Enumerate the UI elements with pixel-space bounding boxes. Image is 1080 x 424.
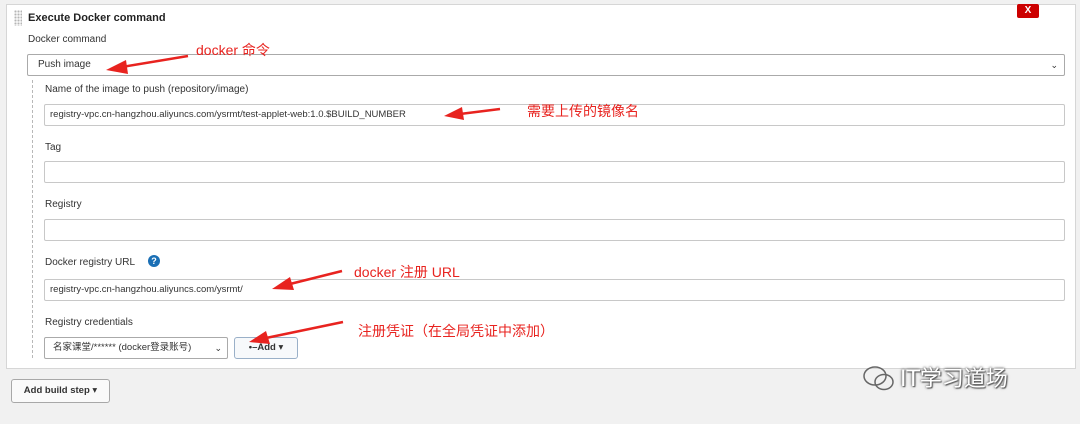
watermark-text: IT学习道场	[900, 367, 1008, 392]
wechat-icon	[863, 366, 894, 391]
